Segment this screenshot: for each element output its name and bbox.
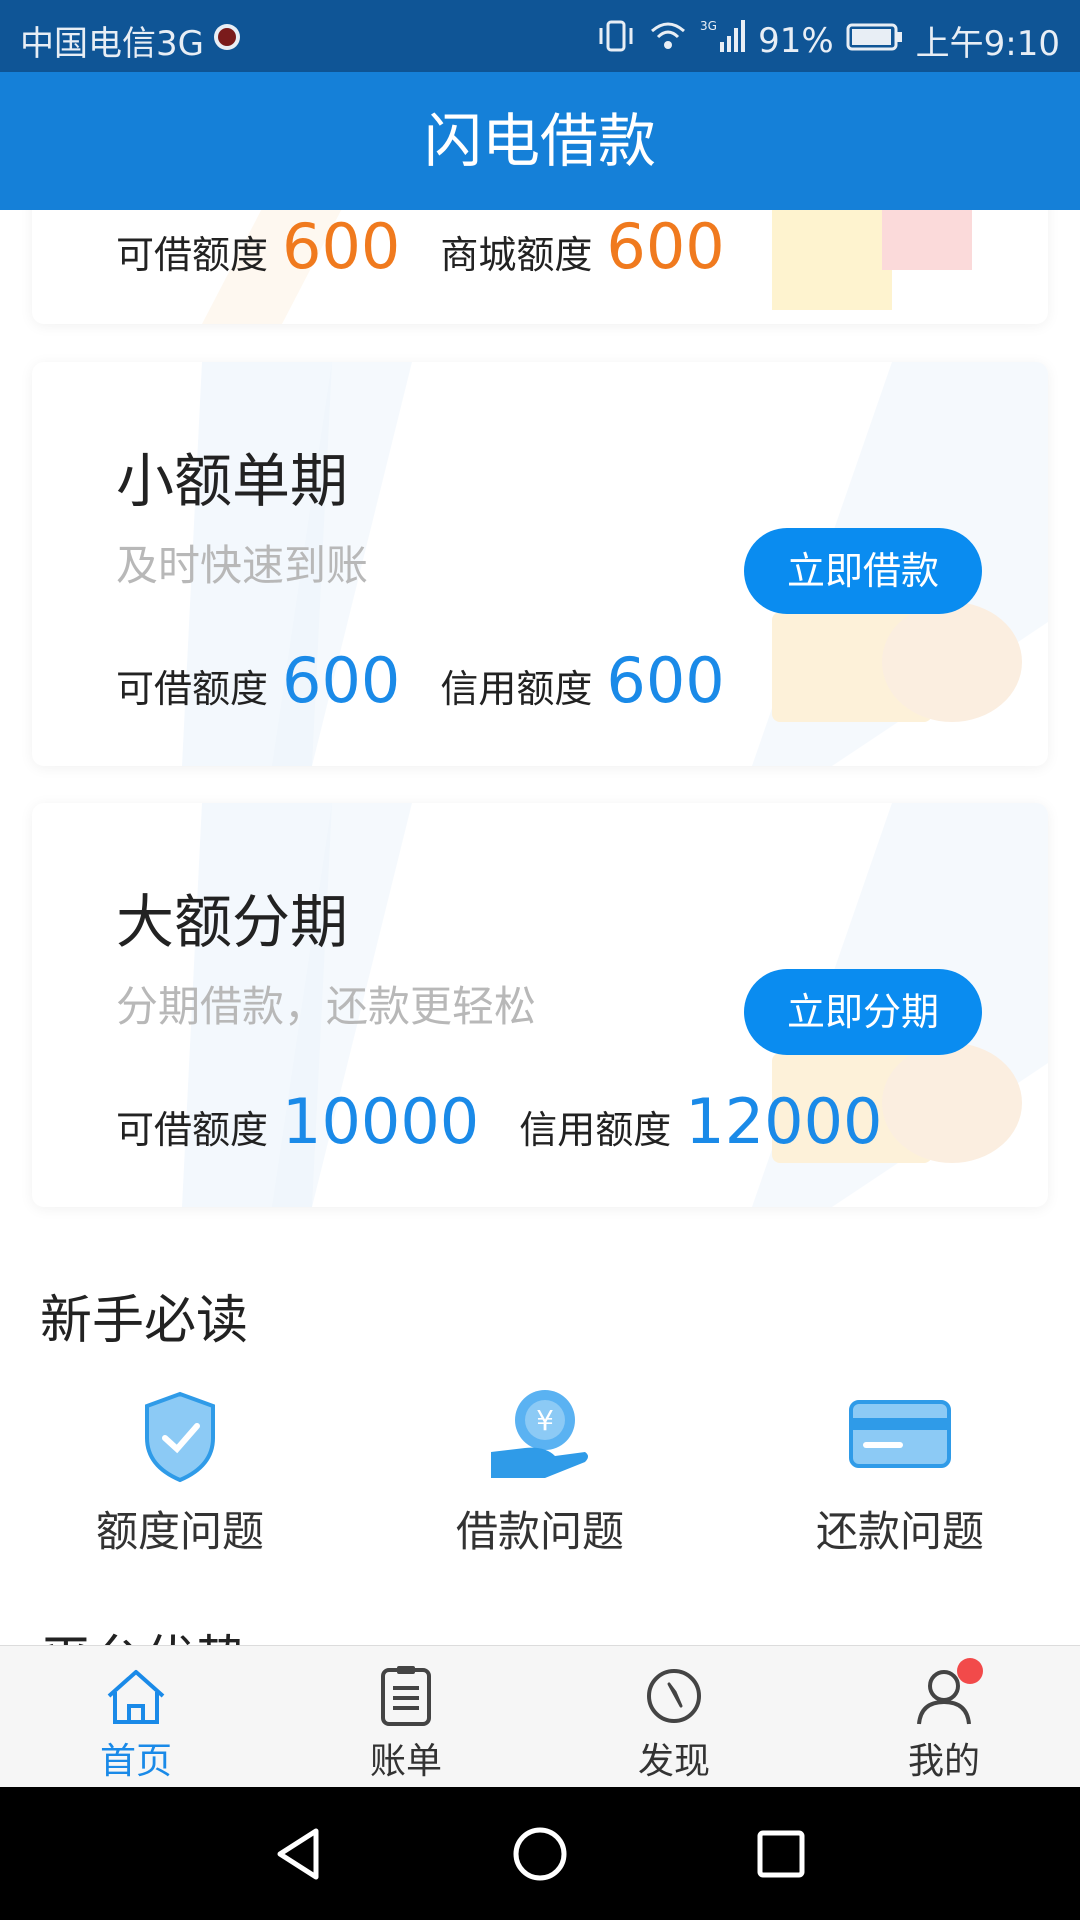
clock: 上午9:10 [915,24,1060,64]
credit-value: 600 [606,644,725,717]
tab-bill[interactable]: 账单 [316,1664,496,1784]
app-notification-icon [212,21,242,61]
small-loan-card[interactable]: 小额单期 及时快速到账 立即借款 可借额度 600 信用额度 600 [32,362,1048,766]
newbie-section-title: 新手必读 [40,1291,249,1351]
large-loan-card[interactable]: 大额分期 分期借款，还款更轻松 立即分期 可借额度 10000 信用额度 120… [32,803,1048,1207]
credit-row: 可借额度 600 信用额度 600 [116,644,765,717]
recents-icon[interactable] [750,1823,812,1885]
card-subtitle: 分期借款，还款更轻松 [116,982,537,1031]
hand-coin-icon: ¥ [485,1386,595,1486]
mall-credit-row: 可借额度 600 商城额度 600 [116,210,765,283]
bottom-tab-bar: 首页 账单 发现 我的 [0,1645,1080,1788]
installment-now-button[interactable]: 立即分期 [744,969,982,1055]
card-title: 小额单期 [116,447,349,515]
available-label: 可借额度 [116,667,269,711]
card-subtitle: 及时快速到账 [116,541,369,590]
quota-question-item[interactable]: 额度问题 [50,1386,310,1559]
tab-label: 账单 [369,1741,442,1782]
repay-question-item[interactable]: 还款问题 [770,1386,1030,1559]
system-navigation-bar [0,1787,1080,1920]
mall-credit-card[interactable]: 可借额度 600 商城额度 600 [32,210,1048,324]
battery-percent: 91% [758,20,834,61]
borrow-now-button[interactable]: 立即借款 [744,528,982,614]
mall-value: 600 [606,210,725,283]
guide-item-label: 借款问题 [455,1507,624,1556]
app-title: 闪电借款 [423,107,656,175]
tab-mine[interactable]: 我的 [854,1658,1034,1784]
bill-icon [371,1664,441,1728]
battery-icon [846,21,904,61]
back-icon[interactable] [268,1823,330,1885]
notification-badge [957,1658,983,1684]
available-label: 可借额度 [116,233,269,277]
guide-item-label: 额度问题 [95,1507,264,1556]
home-circle-icon[interactable] [509,1823,571,1885]
signal-icon: 3G [700,18,746,63]
available-label: 可借额度 [116,1108,269,1152]
tab-label: 发现 [637,1741,710,1782]
credit-label: 信用额度 [519,1108,672,1152]
status-bar: 中国电信3G 3G 91% 上午9:10 [0,0,1080,72]
borrow-question-item[interactable]: ¥ 借款问题 [410,1386,670,1559]
card-title: 大额分期 [116,888,349,956]
mall-label: 商城额度 [440,233,593,277]
vibrate-icon [596,19,636,62]
available-value: 10000 [282,1085,480,1158]
tab-label: 首页 [99,1741,172,1782]
wifi-icon [648,19,688,62]
credit-label: 信用额度 [440,667,593,711]
user-icon [909,1658,983,1728]
guide-item-label: 还款问题 [815,1507,984,1556]
credit-value: 12000 [685,1085,883,1158]
carrier-label: 中国电信3G [20,24,204,64]
tab-label: 我的 [907,1741,980,1782]
platform-advantage-title: 平台优势 [40,1618,248,1645]
status-left: 中国电信3G [20,16,242,65]
svg-text:¥: ¥ [536,1404,554,1437]
credit-row: 可借额度 10000 信用额度 12000 [116,1085,923,1158]
shield-check-icon [125,1386,235,1486]
status-right: 3G 91% 上午9:10 [596,16,1060,65]
available-value: 600 [282,210,401,283]
home-icon [101,1664,171,1728]
svg-text:3G: 3G [700,19,717,33]
compass-icon [639,1664,709,1728]
main-content[interactable]: 可借额度 600 商城额度 600 小额单期 及时快速到账 立即借款 可借额度 … [0,210,1080,1645]
tab-home[interactable]: 首页 [46,1664,226,1784]
credit-card-icon [845,1386,955,1486]
available-value: 600 [282,644,401,717]
app-bar: 闪电借款 [0,72,1080,210]
tab-discover[interactable]: 发现 [584,1664,764,1784]
